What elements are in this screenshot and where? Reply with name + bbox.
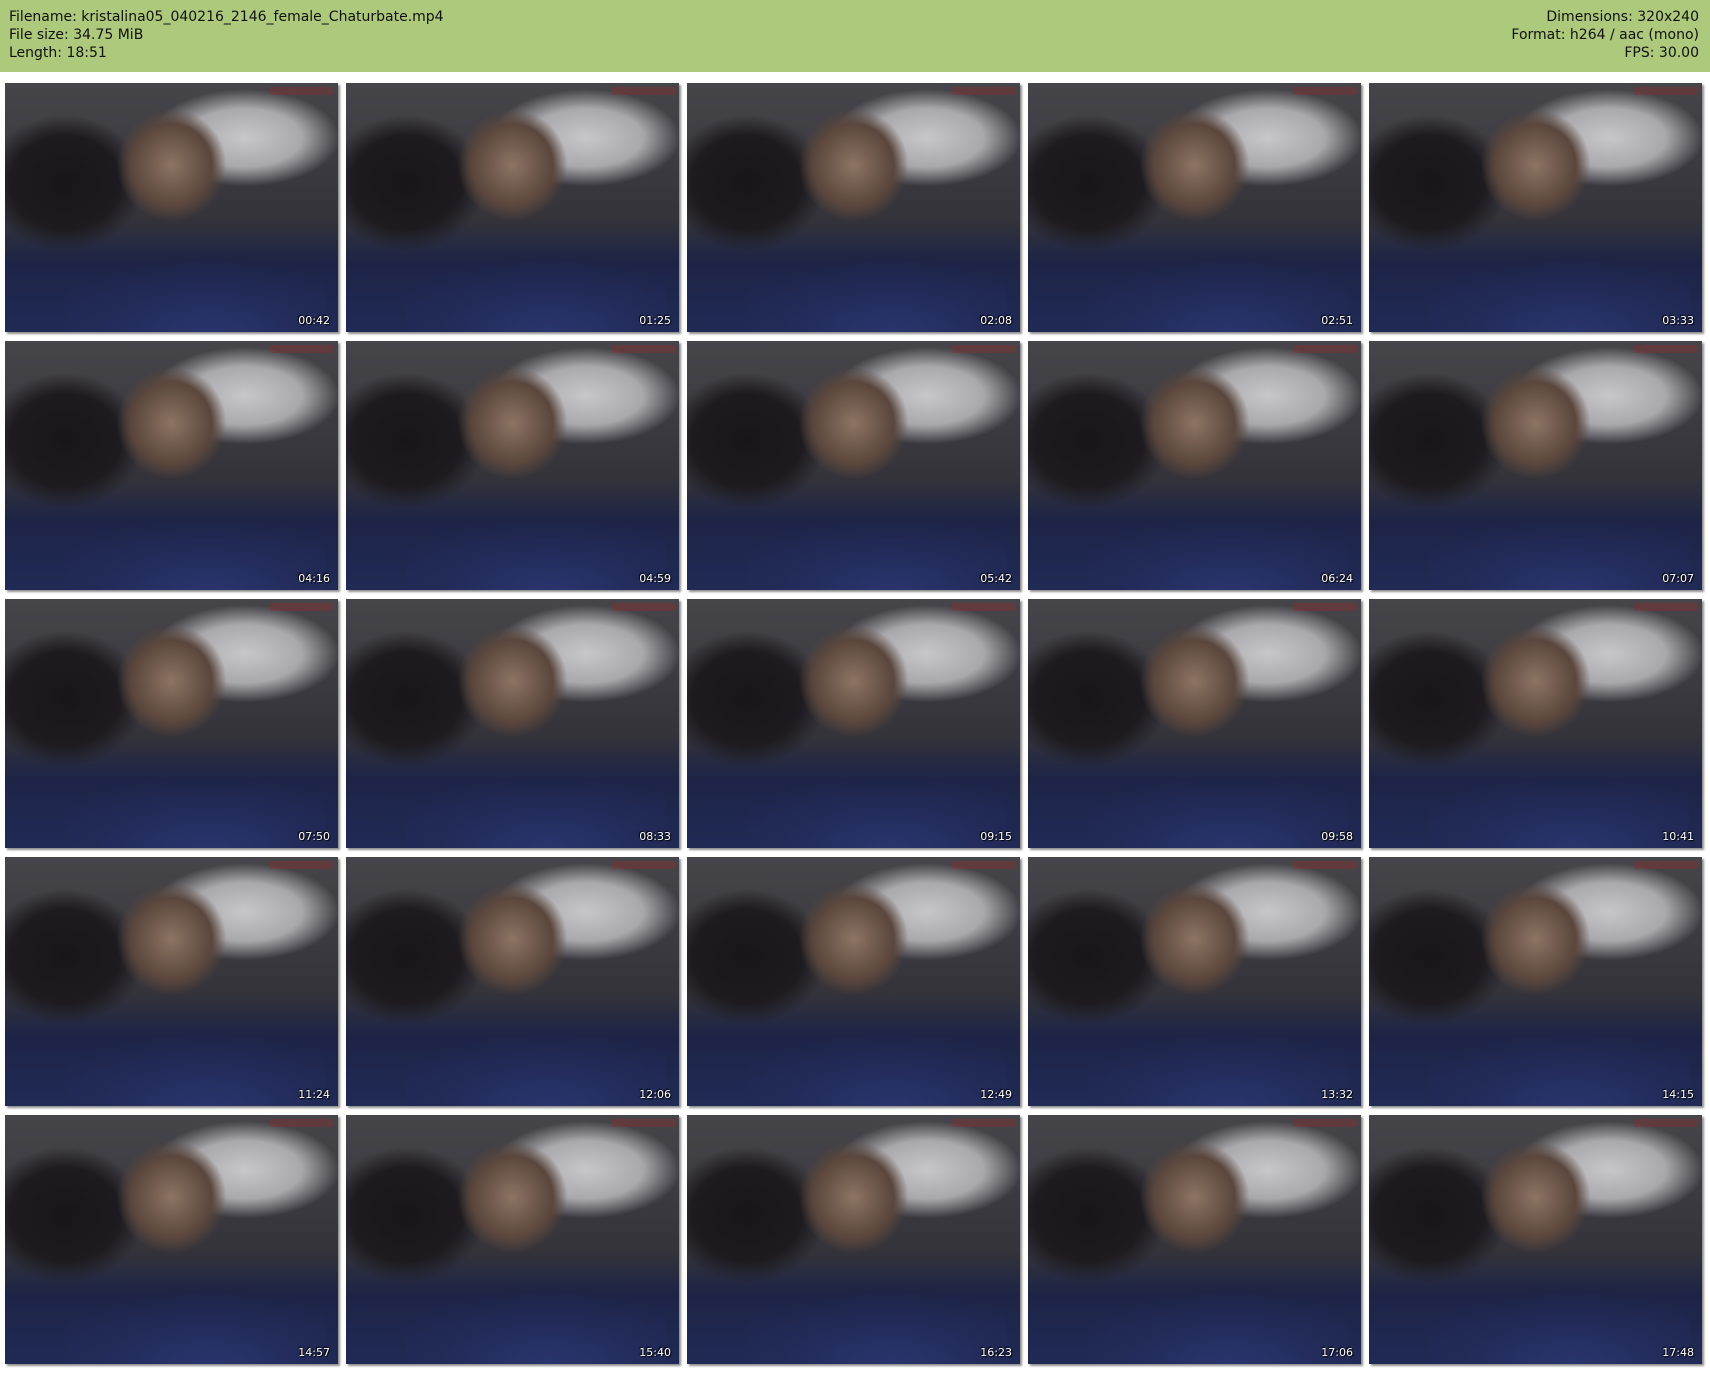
watermark [270,345,334,353]
watermark [611,345,675,353]
watermark [270,87,334,95]
thumbnail-timestamp: 08:33 [639,830,671,843]
file-info: Filename: kristalina05_040216_2146_femal… [9,8,444,62]
thumbnail-timestamp: 04:59 [639,572,671,585]
video-thumbnail: 01:25 [346,83,679,332]
watermark [611,87,675,95]
thumbnail-timestamp: 00:42 [298,314,330,327]
thumbnail-timestamp: 07:50 [298,830,330,843]
thumbnail-timestamp: 07:07 [1662,572,1694,585]
thumbnail-timestamp: 14:15 [1662,1088,1694,1101]
video-thumbnail: 12:06 [346,857,679,1106]
video-thumbnail: 05:42 [687,341,1020,590]
video-thumbnail: 03:33 [1369,83,1702,332]
video-thumbnail: 17:48 [1369,1115,1702,1364]
watermark [1634,861,1698,869]
video-thumbnail: 10:41 [1369,599,1702,848]
thumbnail-timestamp: 14:57 [298,1346,330,1359]
video-thumbnail: 13:32 [1028,857,1361,1106]
filename-text: Filename: kristalina05_040216_2146_femal… [9,9,444,25]
info-header: Filename: kristalina05_040216_2146_femal… [0,0,1710,72]
video-thumbnail: 11:24 [5,857,338,1106]
thumbnail-timestamp: 06:24 [1321,572,1353,585]
watermark [611,603,675,611]
watermark [952,603,1016,611]
thumbnail-timestamp: 02:08 [980,314,1012,327]
thumbnail-timestamp: 17:48 [1662,1346,1694,1359]
stream-info: Dimensions: 320x240 Format: h264 / aac (… [1511,8,1699,62]
video-thumbnail: 07:07 [1369,341,1702,590]
watermark [611,1119,675,1127]
video-thumbnail: 09:15 [687,599,1020,848]
video-thumbnail: 02:08 [687,83,1020,332]
thumbnail-timestamp: 04:16 [298,572,330,585]
thumbnail-timestamp: 10:41 [1662,830,1694,843]
thumbnail-timestamp: 15:40 [639,1346,671,1359]
watermark [952,345,1016,353]
thumbnail-timestamp: 16:23 [980,1346,1012,1359]
thumbnail-timestamp: 09:58 [1321,830,1353,843]
thumbnail-timestamp: 03:33 [1662,314,1694,327]
video-thumbnail: 08:33 [346,599,679,848]
thumbnail-timestamp: 12:06 [639,1088,671,1101]
watermark [1293,861,1357,869]
watermark [952,1119,1016,1127]
dimensions-text: Dimensions: 320x240 [1546,9,1699,25]
video-thumbnail: 14:15 [1369,857,1702,1106]
watermark [1293,345,1357,353]
video-thumbnail: 00:42 [5,83,338,332]
watermark [611,861,675,869]
watermark [952,87,1016,95]
thumbnail-timestamp: 13:32 [1321,1088,1353,1101]
watermark [270,603,334,611]
format-text: Format: h264 / aac (mono) [1511,27,1699,43]
video-thumbnail: 17:06 [1028,1115,1361,1364]
video-thumbnail: 09:58 [1028,599,1361,848]
video-thumbnail: 16:23 [687,1115,1020,1364]
length-text: Length: 18:51 [9,45,107,61]
video-thumbnail: 06:24 [1028,341,1361,590]
thumbnail-timestamp: 11:24 [298,1088,330,1101]
thumbnail-timestamp: 12:49 [980,1088,1012,1101]
filesize-text: File size: 34.75 MiB [9,27,144,43]
thumbnail-timestamp: 17:06 [1321,1346,1353,1359]
thumbnail-grid: 00:42 01:25 02:08 02:51 03:33 04:16 04:59 05:42… [0,80,1710,1373]
video-thumbnail: 15:40 [346,1115,679,1364]
video-thumbnail: 12:49 [687,857,1020,1106]
watermark [1293,87,1357,95]
thumbnail-timestamp: 09:15 [980,830,1012,843]
thumbnail-timestamp: 01:25 [639,314,671,327]
thumbnail-timestamp: 05:42 [980,572,1012,585]
video-thumbnail: 07:50 [5,599,338,848]
watermark [1293,603,1357,611]
watermark [1634,603,1698,611]
watermark [1293,1119,1357,1127]
watermark [270,1119,334,1127]
video-thumbnail: 14:57 [5,1115,338,1364]
watermark [952,861,1016,869]
fps-text: FPS: 30.00 [1624,45,1699,61]
watermark [270,861,334,869]
watermark [1634,1119,1698,1127]
watermark [1634,345,1698,353]
video-thumbnail: 04:16 [5,341,338,590]
watermark [1634,87,1698,95]
thumbnail-timestamp: 02:51 [1321,314,1353,327]
video-thumbnail: 02:51 [1028,83,1361,332]
video-thumbnail: 04:59 [346,341,679,590]
